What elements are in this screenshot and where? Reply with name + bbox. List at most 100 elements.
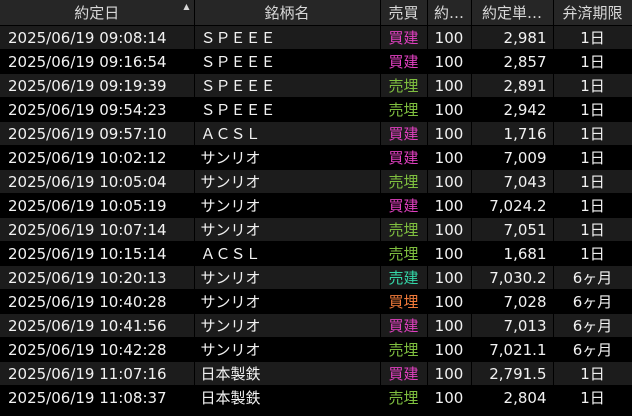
cell-limit: 1日 (553, 385, 632, 410)
cell-price: 7,021.1 (471, 337, 554, 362)
cell-price: 7,013 (471, 313, 554, 338)
cell-qty: 100 (427, 217, 472, 242)
cell-side: 売埋 (380, 97, 428, 122)
cell-limit: 6ヶ月 (553, 289, 632, 314)
cell-price: 2,891 (471, 73, 554, 98)
table-row[interactable]: 2025/06/19 09:57:10 ＡＣＳＬ 買建 100 1,716 1日 (0, 121, 632, 146)
table-row[interactable]: 2025/06/19 10:05:04 サンリオ 売埋 100 7,043 1日 (0, 169, 632, 194)
cell-side: 買埋 (380, 289, 428, 314)
table-row[interactable]: 2025/06/19 10:05:19 サンリオ 買建 100 7,024.2 1日 (0, 193, 632, 218)
cell-side: 売埋 (380, 73, 428, 98)
cell-date: 2025/06/19 10:20:13 (0, 265, 195, 290)
column-header-side[interactable]: 売買 (380, 0, 428, 26)
cell-date: 2025/06/19 10:05:04 (0, 169, 195, 194)
cell-date: 2025/06/19 09:19:39 (0, 73, 195, 98)
cell-qty: 100 (427, 265, 472, 290)
cell-side: 買建 (380, 193, 428, 218)
cell-date: 2025/06/19 09:57:10 (0, 121, 195, 146)
cell-limit: 1日 (553, 193, 632, 218)
cell-qty: 100 (427, 361, 472, 386)
cell-limit: 1日 (553, 73, 632, 98)
cell-date: 2025/06/19 11:07:16 (0, 361, 195, 386)
table-row[interactable]: 2025/06/19 09:19:39 ＳＰＥＥＥ 売埋 100 2,891 1日 (0, 73, 632, 98)
cell-price: 7,043 (471, 169, 554, 194)
table-row[interactable]: 2025/06/19 10:41:56 サンリオ 買建 100 7,013 6ヶ月 (0, 313, 632, 338)
cell-date: 2025/06/19 09:16:54 (0, 49, 195, 74)
cell-qty: 100 (427, 385, 472, 410)
executions-table: 約定日 ▲ 銘柄名 売買 約… 約定単… 弁済期限 2025/06/19 09:… (0, 0, 632, 410)
cell-name: サンリオ (194, 169, 381, 194)
table-row[interactable]: 2025/06/19 09:16:54 ＳＰＥＥＥ 買建 100 2,857 1日 (0, 49, 632, 74)
cell-price: 7,028 (471, 289, 554, 314)
cell-name: ＳＰＥＥＥ (194, 25, 381, 50)
cell-limit: 1日 (553, 217, 632, 242)
table-row[interactable]: 2025/06/19 11:08:37 日本製鉄 売埋 100 2,804 1日 (0, 385, 632, 410)
cell-price: 2,981 (471, 25, 554, 50)
cell-qty: 100 (427, 25, 472, 50)
cell-name: 日本製鉄 (194, 385, 381, 410)
cell-qty: 100 (427, 193, 472, 218)
cell-side: 売埋 (380, 337, 428, 362)
cell-qty: 100 (427, 337, 472, 362)
column-header-qty[interactable]: 約… (427, 0, 472, 26)
cell-limit: 1日 (553, 145, 632, 170)
cell-name: ＳＰＥＥＥ (194, 97, 381, 122)
column-header-qty-label: 約… (433, 4, 464, 22)
column-header-date-label: 約定日 (74, 4, 120, 22)
cell-limit: 6ヶ月 (553, 313, 632, 338)
cell-side: 買建 (380, 313, 428, 338)
cell-date: 2025/06/19 11:08:37 (0, 385, 195, 410)
cell-date: 2025/06/19 09:54:23 (0, 97, 195, 122)
cell-name: サンリオ (194, 313, 381, 338)
table-header-row: 約定日 ▲ 銘柄名 売買 約… 約定単… 弁済期限 (0, 0, 632, 26)
cell-side: 売建 (380, 265, 428, 290)
cell-side: 売埋 (380, 217, 428, 242)
cell-name: ＳＰＥＥＥ (194, 49, 381, 74)
cell-name: ＡＣＳＬ (194, 241, 381, 266)
cell-price: 2,857 (471, 49, 554, 74)
table-row[interactable]: 2025/06/19 10:40:28 サンリオ 買埋 100 7,028 6ヶ月 (0, 289, 632, 314)
cell-limit: 1日 (553, 25, 632, 50)
cell-limit: 1日 (553, 49, 632, 74)
cell-date: 2025/06/19 10:02:12 (0, 145, 195, 170)
cell-name: ＡＣＳＬ (194, 121, 381, 146)
table-row[interactable]: 2025/06/19 10:07:14 サンリオ 売埋 100 7,051 1日 (0, 217, 632, 242)
cell-side: 買建 (380, 361, 428, 386)
cell-limit: 1日 (553, 97, 632, 122)
column-header-name-label: 銘柄名 (264, 4, 310, 22)
cell-side: 買建 (380, 121, 428, 146)
cell-limit: 1日 (553, 121, 632, 146)
table-row[interactable]: 2025/06/19 10:42:28 サンリオ 売埋 100 7,021.1 6ヶ月 (0, 337, 632, 362)
cell-date: 2025/06/19 10:42:28 (0, 337, 195, 362)
cell-name: サンリオ (194, 337, 381, 362)
column-header-side-label: 売買 (388, 4, 419, 22)
cell-side: 売埋 (380, 169, 428, 194)
cell-price: 7,009 (471, 145, 554, 170)
cell-side: 売埋 (380, 385, 428, 410)
cell-price: 7,051 (471, 217, 554, 242)
table-row[interactable]: 2025/06/19 09:54:23 ＳＰＥＥＥ 売埋 100 2,942 1日 (0, 97, 632, 122)
cell-qty: 100 (427, 121, 472, 146)
table-row[interactable]: 2025/06/19 10:15:14 ＡＣＳＬ 売埋 100 1,681 1日 (0, 241, 632, 266)
sort-ascending-icon: ▲ (183, 2, 190, 11)
cell-qty: 100 (427, 241, 472, 266)
column-header-date[interactable]: 約定日 ▲ (0, 0, 195, 26)
cell-side: 売埋 (380, 241, 428, 266)
cell-qty: 100 (427, 73, 472, 98)
cell-name: サンリオ (194, 217, 381, 242)
table-row[interactable]: 2025/06/19 10:20:13 サンリオ 売建 100 7,030.2 6ヶ月 (0, 265, 632, 290)
cell-price: 1,716 (471, 121, 554, 146)
column-header-limit[interactable]: 弁済期限 (553, 0, 632, 26)
cell-qty: 100 (427, 289, 472, 314)
cell-limit: 6ヶ月 (553, 265, 632, 290)
table-row[interactable]: 2025/06/19 09:08:14 ＳＰＥＥＥ 買建 100 2,981 1日 (0, 25, 632, 50)
table-row[interactable]: 2025/06/19 10:02:12 サンリオ 買建 100 7,009 1日 (0, 145, 632, 170)
table-row[interactable]: 2025/06/19 11:07:16 日本製鉄 買建 100 2,791.5 1日 (0, 361, 632, 386)
cell-date: 2025/06/19 10:07:14 (0, 217, 195, 242)
cell-limit: 6ヶ月 (553, 337, 632, 362)
column-header-name[interactable]: 銘柄名 (194, 0, 381, 26)
cell-name: ＳＰＥＥＥ (194, 73, 381, 98)
column-header-price[interactable]: 約定単… (471, 0, 554, 26)
cell-qty: 100 (427, 169, 472, 194)
column-header-price-label: 約定単… (481, 4, 542, 22)
